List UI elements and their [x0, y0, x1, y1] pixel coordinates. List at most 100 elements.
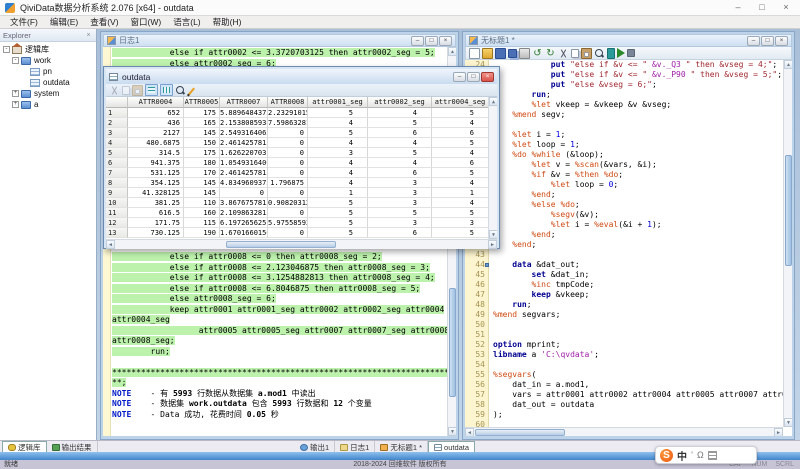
column-header-ATTR0005[interactable]: ATTR0005 [184, 97, 220, 108]
editor-window-titlebar[interactable]: 无标题1 * – □ × [465, 34, 792, 47]
expand-icon[interactable]: + [12, 101, 19, 108]
data-cell[interactable]: 0 [268, 208, 308, 218]
data-cell[interactable]: 1.6701660156 [220, 228, 268, 238]
column-header-attr0002_seg[interactable]: attr0002_seg [368, 97, 432, 108]
run-icon[interactable] [617, 48, 625, 58]
data-cell[interactable]: 5 [308, 228, 368, 238]
menu-item-1[interactable]: 编辑(E) [44, 16, 84, 28]
data-cell[interactable]: 5 [308, 218, 368, 228]
data-cell[interactable]: 115 [184, 218, 220, 228]
bookmark-icon[interactable] [607, 47, 615, 59]
table-row[interactable]: 12171.751156.1972656255.9755859375533 [106, 218, 497, 228]
scroll-up-icon[interactable]: ▲ [784, 60, 792, 69]
tree-item-work[interactable]: - work [0, 55, 96, 66]
data-cell[interactable]: 4 [368, 108, 432, 118]
data-cell[interactable]: 314.5 [128, 148, 184, 158]
editor-scroll-thumb[interactable] [785, 155, 792, 266]
minimize-button[interactable]: – [747, 35, 760, 46]
copy-icon[interactable] [122, 85, 130, 95]
data-cell[interactable]: 5.8896484375 [220, 108, 268, 118]
table-row[interactable]: 4 480.6875 150 2.4614257813 0 4 4 5 [106, 138, 497, 148]
data-grid[interactable]: ATTR0004 ATTR0005 ATTR0007 ATTR0008 attr0001… [106, 97, 497, 239]
data-cell[interactable]: 3 [432, 218, 489, 228]
save-icon[interactable] [495, 47, 506, 59]
data-cell[interactable]: 2127 [128, 128, 184, 138]
data-cell[interactable]: 180 [184, 158, 220, 168]
data-cell[interactable]: 6 [432, 128, 489, 138]
restore-button[interactable]: □ [761, 35, 774, 46]
close-button[interactable]: × [481, 71, 494, 82]
data-cell[interactable]: 381.25 [128, 198, 184, 208]
data-cell[interactable]: 436 [128, 118, 184, 128]
menu-item-3[interactable]: 窗口(W) [125, 16, 168, 28]
tree-item-pn[interactable]: pn [0, 66, 96, 77]
column-view-icon[interactable] [160, 84, 173, 96]
data-cell[interactable]: 2.1098632813 [220, 208, 268, 218]
editor-horizontal-scrollbar[interactable]: ◄ ► [465, 427, 783, 436]
table-row[interactable]: 6 941.375 180 1.0549316406 0 4 4 6 [106, 158, 497, 168]
data-cell[interactable]: 1.6262207031 [220, 148, 268, 158]
column-header-ATTR0008[interactable]: ATTR0008 [268, 97, 308, 108]
data-cell[interactable]: 0 [268, 128, 308, 138]
find-icon[interactable] [594, 48, 605, 59]
data-cell[interactable]: 4 [308, 158, 368, 168]
data-cell[interactable]: 4 [432, 148, 489, 158]
data-cell[interactable]: 7.5986328125 [268, 118, 308, 128]
data-cell[interactable]: 0 [268, 158, 308, 168]
data-cell[interactable]: 6 [368, 128, 432, 138]
tree-item-逻辑库[interactable]: - 逻辑库 [0, 42, 96, 55]
table-row[interactable]: 24361652.15380859387.5986328125454 [106, 118, 497, 128]
ime-punctuation-icon[interactable]: ’ [691, 450, 693, 460]
log-scroll-thumb[interactable] [449, 288, 456, 398]
paste-icon[interactable] [132, 84, 143, 96]
cut-icon[interactable] [109, 85, 120, 96]
save-all-icon[interactable] [508, 48, 517, 58]
data-cell[interactable]: 616.5 [128, 208, 184, 218]
data-cell[interactable]: 4 [432, 198, 489, 208]
data-cell[interactable]: 2.1538085938 [220, 118, 268, 128]
copy-icon[interactable] [571, 48, 579, 58]
ime-logo-icon[interactable]: S [660, 448, 673, 462]
data-cell[interactable]: 1.796875 [268, 178, 308, 188]
data-cell[interactable]: 5 [368, 118, 432, 128]
print-icon[interactable] [519, 47, 530, 59]
grid-hscroll-thumb[interactable] [226, 241, 336, 248]
column-header-attr0004_seg[interactable]: attr0004_seg [432, 97, 489, 108]
tree-item-system[interactable]: + system [0, 88, 96, 99]
scroll-down-icon[interactable]: ▼ [489, 230, 497, 239]
table-row[interactable]: 10381.251103.86767578130.908203125534 [106, 198, 497, 208]
stop-icon[interactable] [627, 49, 635, 57]
data-cell[interactable]: 41.328125 [128, 188, 184, 198]
collapse-icon[interactable]: - [3, 46, 10, 53]
table-row[interactable]: 7 531.125 170 2.4614257813 0 4 6 5 [106, 168, 497, 178]
data-cell[interactable]: 160 [184, 208, 220, 218]
column-header-ATTR0004[interactable]: ATTR0004 [128, 97, 184, 108]
minimize-button[interactable]: – [453, 71, 466, 82]
data-cell[interactable]: 175 [184, 148, 220, 158]
redo-icon[interactable] [545, 48, 556, 59]
data-cell[interactable]: 5 [432, 228, 489, 238]
scroll-left-icon[interactable]: ◄ [106, 240, 115, 249]
ime-toolbar[interactable]: S 中 ’ Ω [655, 446, 757, 464]
maximize-button[interactable]: □ [750, 0, 774, 16]
scroll-right-icon[interactable]: ► [488, 240, 497, 249]
data-cell[interactable]: 5 [432, 138, 489, 148]
data-cell[interactable]: 4 [308, 168, 368, 178]
data-cell[interactable]: 0 [268, 148, 308, 158]
restore-button[interactable]: □ [467, 71, 480, 82]
data-cell[interactable]: 1 [308, 188, 368, 198]
data-cell[interactable]: 0 [268, 188, 308, 198]
data-cell[interactable]: 3 [368, 178, 432, 188]
data-cell[interactable]: 4 [308, 138, 368, 148]
column-header-attr0001_seg[interactable]: attr0001_seg [308, 97, 368, 108]
data-cell[interactable]: 480.6875 [128, 138, 184, 148]
minimize-button[interactable]: – [726, 0, 750, 16]
table-row[interactable]: 11 616.5 160 2.1098632813 0 5 5 5 [106, 208, 497, 218]
editor-code-area[interactable]: 24 put "else if &v <= " &v._Q3 " then &v… [465, 60, 783, 427]
data-cell[interactable]: 3 [368, 198, 432, 208]
tree-item-outdata[interactable]: outdata [0, 77, 96, 88]
data-cell[interactable]: 5 [432, 108, 489, 118]
grid-vertical-scrollbar[interactable]: ▲ ▼ [488, 97, 497, 239]
editor-hscroll-thumb[interactable] [475, 429, 565, 436]
data-cell[interactable]: 4 [368, 158, 432, 168]
